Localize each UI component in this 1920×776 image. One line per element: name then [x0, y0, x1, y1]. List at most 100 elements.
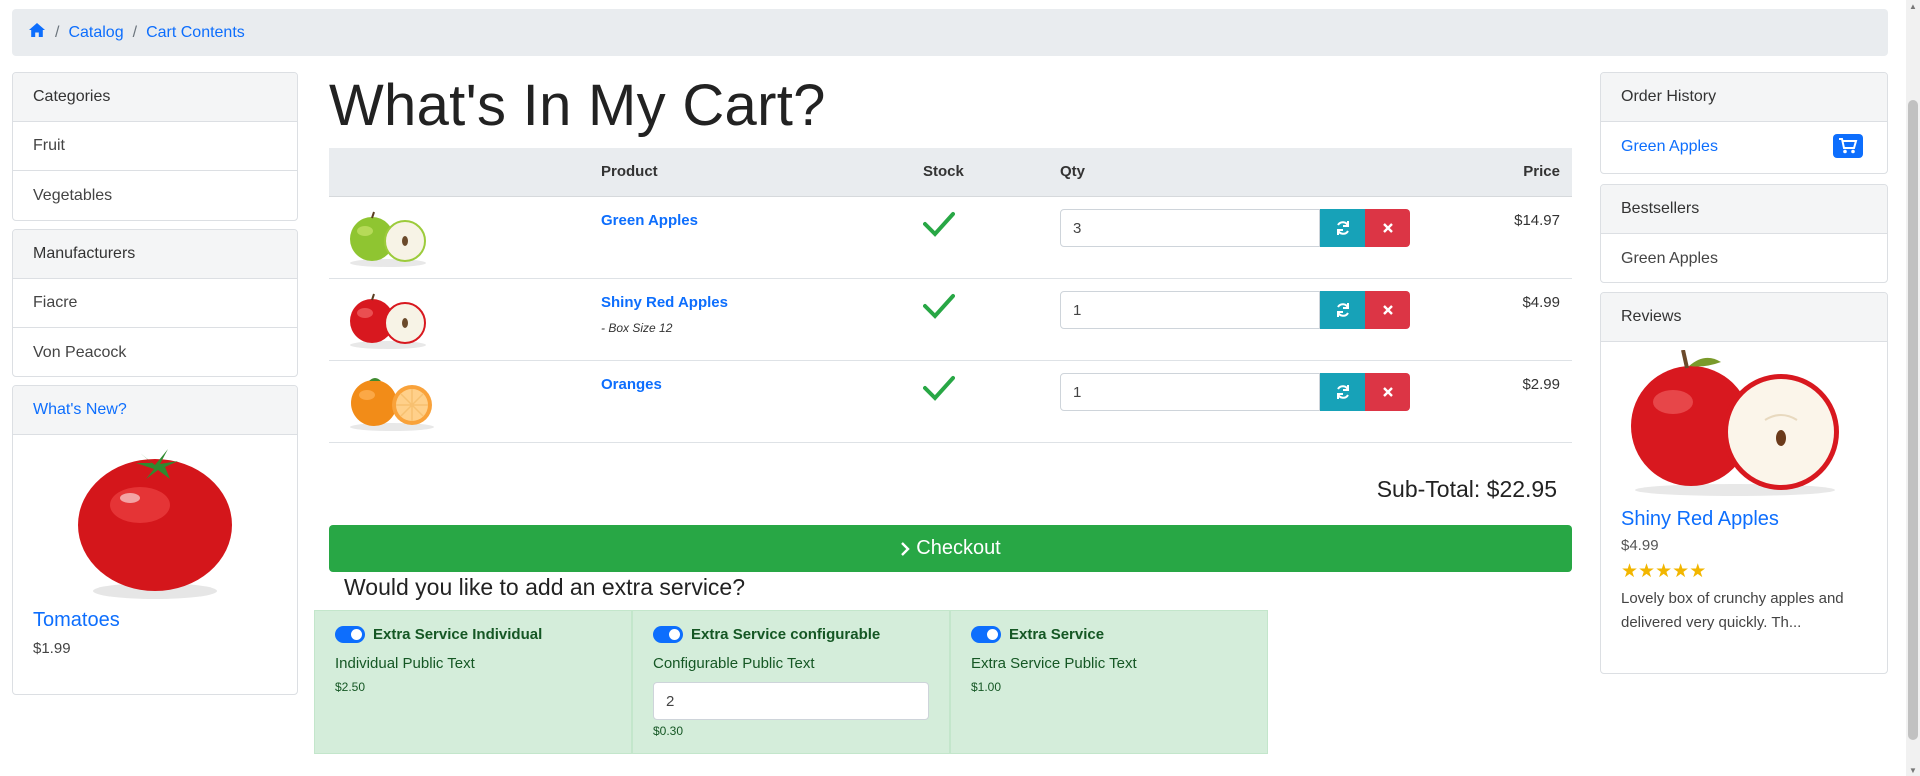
extra-service-text: Extra Service Public Text [971, 655, 1137, 672]
tomato-image[interactable] [70, 443, 240, 603]
bestsellers-panel: Bestsellers Green Apples [1600, 184, 1888, 283]
product-name-link[interactable]: Oranges [601, 376, 662, 393]
manufacturers-title: Manufacturers [13, 230, 297, 279]
scroll-up-arrow-icon[interactable]: ▲ [1909, 2, 1917, 11]
extra-service-card: Extra Service Individual Individual Publ… [314, 610, 632, 754]
whats-new-title[interactable]: What's New? [13, 386, 297, 435]
category-fruit[interactable]: Fruit [13, 122, 297, 171]
home-icon[interactable] [28, 22, 46, 43]
in-stock-check-icon [923, 212, 955, 237]
header-product: Product [601, 163, 658, 180]
update-quantity-button[interactable] [1320, 209, 1365, 247]
order-history-title: Order History [1601, 73, 1887, 122]
review-product-name[interactable]: Shiny Red Apples [1601, 508, 1887, 531]
checkout-button[interactable]: Checkout [329, 525, 1572, 572]
promo-product-name[interactable]: Tomatoes [13, 609, 297, 632]
row-price: $14.97 [1514, 212, 1560, 229]
manufacturer-von-peacock[interactable]: Von Peacock [13, 328, 297, 376]
table-row: Shiny Red Apples - Box Size 12 1 $4.99 [329, 279, 1572, 361]
whats-new-panel: What's New? Tomatoes $1.99 [12, 385, 298, 695]
oranges-image[interactable] [347, 375, 437, 431]
extra-service-title: Would you like to add an extra service? [344, 574, 746, 600]
star-icon: ★ [1689, 561, 1707, 582]
checkout-label: Checkout [916, 537, 1001, 559]
extra-service-price: $1.00 [971, 680, 1002, 694]
category-vegetables[interactable]: Vegetables [13, 171, 297, 220]
vertical-scrollbar[interactable]: ▲ ▼ [1906, 0, 1920, 776]
remove-item-button[interactable] [1365, 291, 1410, 329]
table-row: Green Apples 3 $14.97 [329, 197, 1572, 279]
breadcrumb: / Catalog / Cart Contents [12, 9, 1888, 56]
star-icon: ★ [1672, 561, 1690, 582]
quantity-input[interactable]: 1 [1060, 373, 1320, 411]
extra-service-card: Extra Service Extra Service Public Text … [950, 610, 1268, 754]
green-apples-image[interactable] [347, 211, 429, 267]
red-apples-image[interactable] [347, 293, 429, 349]
refresh-icon [1336, 221, 1349, 235]
close-icon [1382, 387, 1393, 397]
breadcrumb-separator: / [132, 23, 138, 41]
extra-service-name: Extra Service [1009, 626, 1105, 643]
product-name-link[interactable]: Shiny Red Apples [601, 294, 728, 311]
manufacturers-panel: Manufacturers Fiacre Von Peacock [12, 229, 298, 377]
extra-service-text: Configurable Public Text [653, 655, 815, 672]
star-icon: ★ [1638, 561, 1656, 582]
reviews-title: Reviews [1601, 293, 1887, 342]
cart-icon [1839, 138, 1858, 154]
remove-item-button[interactable] [1365, 209, 1410, 247]
update-quantity-button[interactable] [1320, 291, 1365, 329]
breadcrumb-cart-contents[interactable]: Cart Contents [146, 24, 245, 42]
star-icon: ★ [1655, 561, 1673, 582]
quantity-input[interactable]: 1 [1060, 291, 1320, 329]
bestseller-item[interactable]: Green Apples [1601, 234, 1887, 282]
scrollbar-thumb[interactable] [1908, 100, 1918, 740]
header-price: Price [1523, 163, 1560, 180]
breadcrumb-separator: / [55, 23, 60, 41]
star-icon: ★ [1621, 561, 1639, 582]
in-stock-check-icon [923, 376, 955, 401]
quantity-input[interactable]: 3 [1060, 209, 1320, 247]
breadcrumb-catalog[interactable]: Catalog [68, 24, 123, 42]
extra-service-price: $0.30 [653, 724, 684, 738]
product-name-link[interactable]: Green Apples [601, 212, 698, 229]
cart-table: Product Stock Qty Price Green Apples 3 $… [329, 148, 1572, 443]
extra-service-name: Extra Service Individual [373, 626, 543, 643]
close-icon [1382, 223, 1393, 233]
row-price: $4.99 [1522, 294, 1560, 311]
extra-service-price: $2.50 [335, 680, 366, 694]
row-price: $2.99 [1522, 376, 1560, 393]
header-qty: Qty [1060, 163, 1086, 180]
table-row: Oranges 1 $2.99 [329, 361, 1572, 443]
review-product-price: $4.99 [1621, 537, 1659, 554]
close-icon [1382, 305, 1393, 315]
extra-service-toggle[interactable] [335, 626, 365, 643]
bestsellers-title: Bestsellers [1601, 185, 1887, 234]
categories-panel: Categories Fruit Vegetables [12, 72, 298, 221]
categories-title: Categories [13, 73, 297, 122]
product-attribute: - Box Size 12 [601, 321, 673, 335]
review-text: Lovely box of crunchy apples and deliver… [1601, 587, 1887, 635]
scroll-down-arrow-icon[interactable]: ▼ [1909, 766, 1917, 775]
page-title: What's In My Cart? [329, 73, 826, 138]
extra-service-card: Extra Service configurable Configurable … [632, 610, 950, 754]
refresh-icon [1336, 303, 1349, 317]
subtotal: Sub-Total: $22.95 [1376, 476, 1557, 502]
extra-service-toggle[interactable] [653, 626, 683, 643]
remove-item-button[interactable] [1365, 373, 1410, 411]
update-quantity-button[interactable] [1320, 373, 1365, 411]
refresh-icon [1336, 385, 1349, 399]
extra-service-quantity-input[interactable]: 2 [653, 682, 929, 720]
extra-service-text: Individual Public Text [335, 655, 475, 672]
promo-product-price: $1.99 [33, 640, 71, 657]
review-text-line: delivered very quickly. Th... [1621, 614, 1802, 631]
extra-service-name: Extra Service configurable [691, 626, 881, 643]
shiny-red-apples-image[interactable] [1625, 350, 1845, 498]
order-history-item-label[interactable]: Green Apples [1621, 138, 1718, 156]
add-to-cart-button[interactable] [1833, 134, 1863, 158]
order-history-item[interactable]: Green Apples [1601, 122, 1887, 171]
manufacturer-fiacre[interactable]: Fiacre [13, 279, 297, 328]
chevron-right-icon [901, 541, 910, 556]
extra-service-toggle[interactable] [971, 626, 1001, 643]
review-text-line: Lovely box of crunchy apples and [1621, 590, 1844, 607]
rating-stars: ★★★★★ [1601, 560, 1887, 583]
